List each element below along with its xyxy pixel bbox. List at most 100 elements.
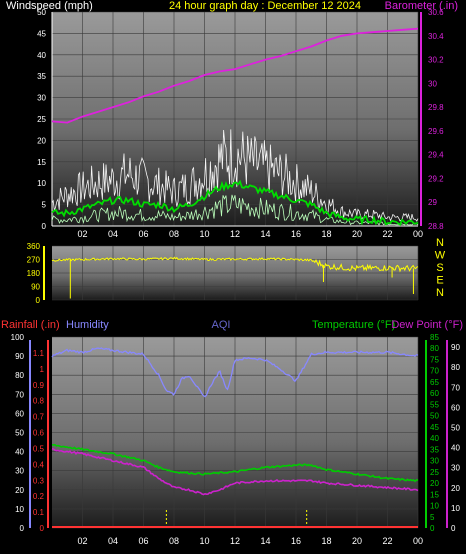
- direction-y-tick: 180: [27, 269, 41, 278]
- direction-y-tick: 90: [31, 283, 40, 292]
- temperature-y-tick: 80: [430, 344, 439, 353]
- temperature-y-tick: 30: [430, 457, 439, 466]
- barometer-y-tick: 29.2: [428, 174, 444, 183]
- compass-label: N: [436, 237, 444, 249]
- barometer-y-tick: 30.4: [428, 32, 444, 41]
- humidity-y-tick: 30: [15, 467, 24, 476]
- humidity-y-tick: 40: [15, 448, 24, 457]
- rain-y-tick: 0.3: [33, 476, 45, 485]
- temperature-y-tick: 15: [430, 490, 439, 499]
- barometer-y-tick: 29.6: [428, 127, 444, 136]
- compass-label: W: [435, 250, 446, 262]
- barometer-y-tick: 29.4: [428, 151, 444, 160]
- dewpoint-y-tick: 50: [451, 423, 460, 432]
- humidity-y-tick: 60: [15, 409, 24, 418]
- wind-y-tick: 15: [37, 158, 46, 167]
- humidity-label: Humidity: [66, 319, 109, 331]
- wind-x-tick: 22: [382, 229, 392, 239]
- humidity-y-tick: 10: [15, 505, 24, 514]
- rain-y-tick: 0.9: [33, 381, 45, 390]
- wind-x-tick: 10: [199, 229, 209, 239]
- temp-x-tick: 20: [352, 536, 362, 546]
- wind-x-tick: 02: [77, 229, 87, 239]
- wind-y-tick: 0: [42, 222, 47, 231]
- temp-x-tick: 10: [199, 536, 209, 546]
- barometer-y-tick: 29: [428, 198, 437, 207]
- wind-y-tick: 25: [37, 115, 46, 124]
- temperature-y-tick: 55: [430, 400, 439, 409]
- barometer-y-tick: 30.2: [428, 56, 444, 65]
- temp-x-tick: 06: [138, 536, 148, 546]
- barometer-label: Barometer (.in): [385, 0, 458, 12]
- barometer-y-tick: 28.8: [428, 222, 444, 231]
- rain-y-tick: 1.1: [33, 349, 45, 358]
- wind-x-tick: 08: [169, 229, 179, 239]
- temperature-y-tick: 40: [430, 434, 439, 443]
- rainfall-label: Rainfall (.in): [1, 319, 60, 331]
- wind-y-tick: 10: [37, 179, 46, 188]
- temp-x-tick: 08: [169, 536, 179, 546]
- temp-x-tick: 14: [260, 536, 270, 546]
- rain-y-tick: 0.6: [33, 429, 45, 438]
- wind-x-tick: 04: [108, 229, 118, 239]
- dewpoint-y-tick: 70: [451, 383, 460, 392]
- temperature-y-tick: 75: [430, 355, 439, 364]
- temperature-y-tick: 0: [430, 524, 435, 533]
- temperature-y-tick: 5: [430, 513, 435, 522]
- wind-x-tick: 12: [230, 229, 240, 239]
- rain-y-tick: 0.2: [33, 492, 45, 501]
- dewpoint-y-tick: 20: [451, 484, 460, 493]
- humidity-y-tick: 90: [15, 352, 24, 361]
- rain-y-tick: 0.4: [33, 460, 45, 469]
- temperature-y-tick: 60: [430, 389, 439, 398]
- wind-x-tick: 06: [138, 229, 148, 239]
- wind-y-tick: 30: [37, 94, 46, 103]
- temperature-y-tick: 10: [430, 502, 439, 511]
- rain-y-tick: 0: [40, 524, 45, 533]
- dewpoint-y-tick: 40: [451, 444, 460, 453]
- weather-graphs: 0 5 10 15 20 25 30 35 40 45 50 02 04 06 08 10 12 14 16 18 20…: [0, 0, 466, 554]
- wind-y-tick: 20: [37, 136, 46, 145]
- rain-y-tick: 0.8: [33, 397, 45, 406]
- windspeed-label: Windspeed (mph): [6, 0, 93, 12]
- humidity-y-tick: 70: [15, 390, 24, 399]
- dewpoint-y-tick: 30: [451, 464, 460, 473]
- humidity-y-tick: 80: [15, 371, 24, 380]
- direction-y-tick: 270: [27, 256, 41, 265]
- weather-chart-svg: 0510152025303540455002 04 06 08 10 12 14 16 18 20…: [1, 0, 463, 546]
- temp-x-tick: 02: [77, 536, 87, 546]
- direction-y-tick: 360: [27, 242, 41, 251]
- temperature-y-tick: 85: [430, 333, 439, 342]
- rain-y-tick: 0.5: [33, 444, 45, 453]
- wind-y-tick: 45: [37, 29, 46, 38]
- dewpoint-y-tick: 10: [451, 504, 460, 513]
- wind-x-tick: 18: [321, 229, 331, 239]
- direction-y-tick: 0: [36, 296, 41, 305]
- wind-y-tick: 5: [42, 201, 47, 210]
- graph-title: 24 hour graph day : December 12 2024: [169, 0, 361, 12]
- humidity-y-tick: 0: [20, 524, 25, 533]
- wind-y-tick: 40: [37, 51, 46, 60]
- temperature-y-tick: 20: [430, 479, 439, 488]
- temperature-y-tick: 45: [430, 423, 439, 432]
- humidity-y-tick: 100: [11, 333, 25, 342]
- rain-y-tick: 1: [40, 365, 45, 374]
- temp-x-tick: 22: [382, 536, 392, 546]
- dewpoint-y-tick: 80: [451, 363, 460, 372]
- aqi-label: AQI: [212, 319, 231, 331]
- wind-x-tick: 00: [413, 229, 423, 239]
- temp-x-tick: 18: [321, 536, 331, 546]
- dewpoint-y-tick: 60: [451, 403, 460, 412]
- temperature-y-tick: 25: [430, 468, 439, 477]
- temperature-y-tick: 65: [430, 378, 439, 387]
- rain-y-tick: 0.7: [33, 413, 45, 422]
- dewpoint-label: Dew Point (°F): [391, 319, 463, 331]
- temp-x-tick: 04: [108, 536, 118, 546]
- compass-label: N: [436, 287, 444, 299]
- wind-x-tick: 20: [352, 229, 362, 239]
- compass-label: S: [436, 262, 443, 274]
- dewpoint-y-tick: 90: [451, 343, 460, 352]
- humidity-y-tick: 20: [15, 486, 24, 495]
- compass-label: E: [436, 275, 443, 287]
- rain-y-tick: 0.1: [33, 508, 45, 517]
